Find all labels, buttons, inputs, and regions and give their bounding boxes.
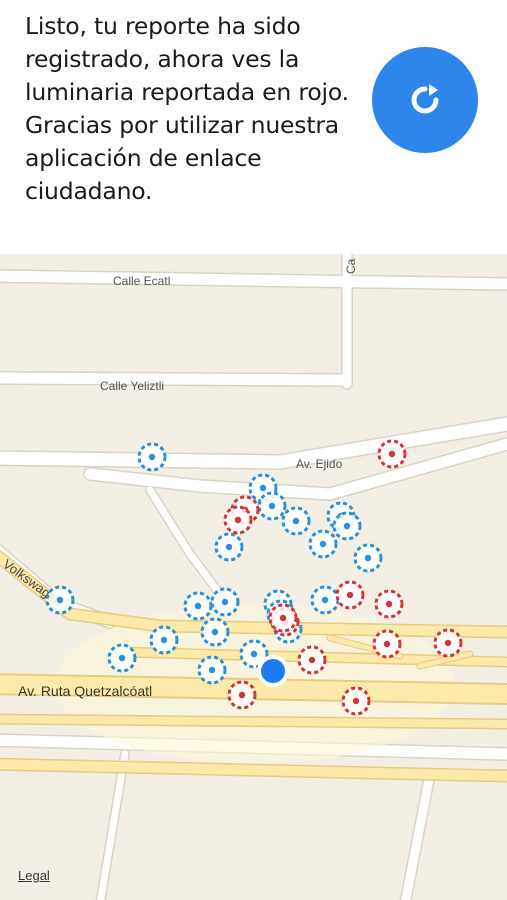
refresh-button[interactable]	[372, 47, 478, 153]
street-label-av-ejido: Av. Ejido	[296, 457, 343, 471]
reported-luminaria-marker[interactable]	[372, 629, 402, 659]
luminaria-marker[interactable]	[137, 442, 167, 472]
map-view[interactable]: Calle Ecatl Calle Yeliztli Av. Ejido Ca …	[0, 254, 507, 900]
reported-luminaria-marker[interactable]	[297, 645, 327, 675]
legal-link[interactable]: Legal	[18, 868, 50, 883]
luminaria-marker[interactable]	[308, 529, 338, 559]
reported-luminaria-marker[interactable]	[268, 603, 298, 633]
user-location-dot	[261, 659, 285, 683]
confirmation-message: Listo, tu reporte ha sido registrado, ah…	[25, 12, 349, 205]
street-label-ca: Ca	[344, 258, 358, 274]
reported-luminaria-marker[interactable]	[377, 439, 407, 469]
reported-luminaria-marker[interactable]	[341, 686, 371, 716]
map-canvas[interactable]: Calle Ecatl Calle Yeliztli Av. Ejido Ca …	[0, 254, 507, 900]
luminaria-marker[interactable]	[107, 643, 137, 673]
reported-luminaria-marker[interactable]	[335, 580, 365, 610]
luminaria-marker[interactable]	[149, 625, 179, 655]
luminaria-marker[interactable]	[310, 585, 340, 615]
street-label-calle-yeliztli: Calle Yeliztli	[100, 379, 164, 393]
luminaria-marker[interactable]	[200, 617, 230, 647]
luminaria-marker[interactable]	[45, 585, 75, 615]
refresh-icon	[411, 84, 439, 114]
street-label-av-ruta-quetzalcoatl: Av. Ruta Quetzalcóatl	[18, 683, 152, 699]
luminaria-marker[interactable]	[210, 587, 240, 617]
message-header: Listo, tu reporte ha sido registrado, ah…	[0, 0, 507, 252]
luminaria-marker[interactable]	[183, 591, 213, 621]
reported-luminaria-marker[interactable]	[223, 505, 253, 535]
luminaria-marker[interactable]	[257, 491, 287, 521]
luminaria-marker[interactable]	[332, 511, 362, 541]
street-label-calle-ecatl: Calle Ecatl	[113, 274, 170, 288]
luminaria-marker[interactable]	[281, 506, 311, 536]
luminaria-marker[interactable]	[353, 543, 383, 573]
reported-luminaria-marker[interactable]	[433, 628, 463, 658]
reported-luminaria-marker[interactable]	[227, 680, 257, 710]
luminaria-marker[interactable]	[214, 532, 244, 562]
reported-luminaria-marker[interactable]	[374, 589, 404, 619]
luminaria-marker[interactable]	[197, 655, 227, 685]
